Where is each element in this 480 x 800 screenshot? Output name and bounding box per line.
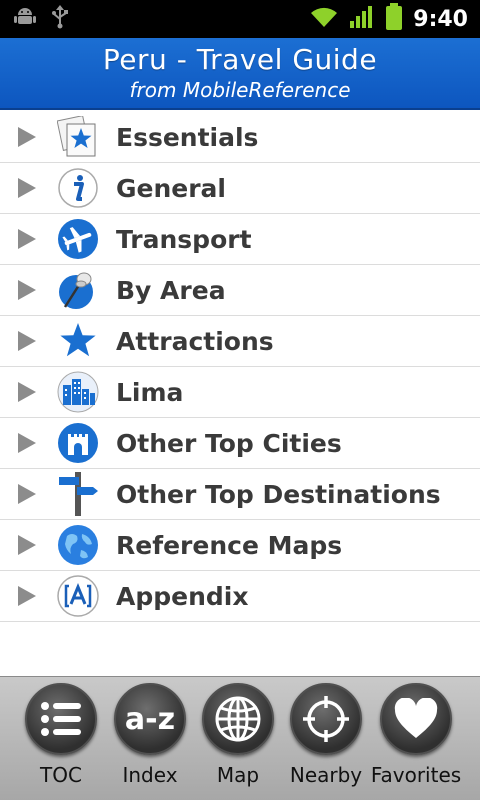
airplane-icon (56, 217, 100, 261)
list-icon (25, 683, 97, 755)
signal-icon (349, 5, 375, 33)
castle-tower-icon (56, 421, 100, 465)
az-index-icon: a-z (114, 683, 186, 755)
menu-item-label: Essentials (116, 122, 259, 152)
menu-item-label: By Area (116, 275, 226, 305)
bottom-toolbar: TOC a-z Index Map Nearby Favorites (0, 676, 480, 800)
nearby-label: Nearby (289, 763, 363, 787)
essentials-star-card-icon (56, 115, 100, 159)
nearby-button[interactable]: Nearby (282, 683, 370, 795)
battery-icon (385, 3, 403, 35)
expand-arrow-icon (18, 178, 36, 198)
title-bar: Peru - Travel Guide from MobileReference (0, 38, 480, 110)
menu-item-reference-maps[interactable]: Reference Maps (0, 520, 480, 571)
index-button[interactable]: a-z Index (106, 683, 194, 795)
globe-icon (56, 523, 100, 567)
toc-label: TOC (40, 763, 82, 787)
menu-item-by-area[interactable]: By Area (0, 265, 480, 316)
menu-item-label: Transport (116, 224, 252, 254)
status-bar: 9:40 (0, 0, 480, 38)
menu-item-label: Appendix (116, 581, 249, 611)
menu-item-transport[interactable]: Transport (0, 214, 480, 265)
favorites-label: Favorites (370, 763, 462, 787)
menu-item-other-top-destinations[interactable]: Other Top Destinations (0, 469, 480, 520)
city-buildings-icon (56, 370, 100, 414)
expand-arrow-icon (18, 382, 36, 402)
menu-item-label: General (116, 173, 226, 203)
star-icon (56, 319, 100, 363)
expand-arrow-icon (18, 229, 36, 249)
pushpin-icon (56, 268, 100, 312)
android-debug-icon (14, 6, 36, 32)
app-subtitle: from MobileReference (129, 78, 351, 102)
favorites-button[interactable]: Favorites (370, 683, 462, 795)
menu-item-other-top-cities[interactable]: Other Top Cities (0, 418, 480, 469)
expand-arrow-icon (18, 127, 36, 147)
menu-item-label: Attractions (116, 326, 274, 356)
wifi-icon (309, 5, 339, 33)
signpost-icon (56, 472, 100, 516)
menu-item-attractions[interactable]: Attractions (0, 316, 480, 367)
expand-arrow-icon (18, 280, 36, 300)
menu-item-lima[interactable]: Lima (0, 367, 480, 418)
menu-item-label: Reference Maps (116, 530, 343, 560)
expand-arrow-icon (18, 433, 36, 453)
status-time: 9:40 (413, 6, 468, 32)
menu-item-label: Lima (116, 377, 184, 407)
expand-arrow-icon (18, 586, 36, 606)
expand-arrow-icon (18, 535, 36, 555)
crosshair-icon (290, 683, 362, 755)
usb-icon (50, 5, 70, 33)
menu-item-appendix[interactable]: Appendix (0, 571, 480, 622)
appendix-bracket-a-icon (56, 574, 100, 618)
menu-item-general[interactable]: General (0, 163, 480, 214)
app-title: Peru - Travel Guide (102, 43, 378, 76)
menu-item-label: Other Top Cities (116, 428, 342, 458)
heart-icon (380, 683, 452, 755)
index-label: Index (122, 763, 178, 787)
map-button[interactable]: Map (194, 683, 282, 795)
menu-list: Essentials General Transport By Area Att… (0, 112, 480, 622)
info-icon (56, 166, 100, 210)
menu-item-essentials[interactable]: Essentials (0, 112, 480, 163)
expand-arrow-icon (18, 484, 36, 504)
menu-item-label: Other Top Destinations (116, 479, 441, 509)
az-glyph: a-z (124, 701, 176, 737)
toc-button[interactable]: TOC (17, 683, 105, 795)
globe-grid-icon (202, 683, 274, 755)
map-label: Map (216, 763, 260, 787)
app-root: 9:40 Peru - Travel Guide from MobileRefe… (0, 0, 480, 800)
expand-arrow-icon (18, 331, 36, 351)
